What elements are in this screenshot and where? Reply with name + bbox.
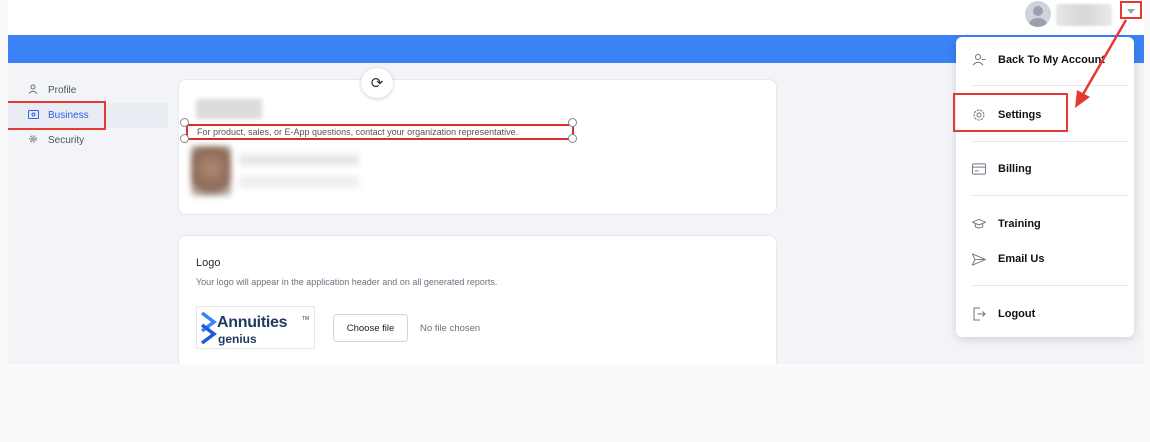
gear-icon: [28, 134, 42, 147]
logo-preview: Annuities TM genius: [196, 306, 315, 349]
resize-handle-top-left[interactable]: [180, 118, 189, 127]
top-header: [8, 0, 1144, 35]
business-name-blurred: [196, 99, 262, 119]
annuities-genius-logo-mark: [200, 311, 217, 345]
username-blurred[interactable]: [1056, 4, 1112, 26]
resize-handle-bottom-left[interactable]: [180, 134, 189, 143]
highlight-box-settings: [953, 93, 1068, 132]
contact-note-text: For product, sales, or E-App questions, …: [197, 127, 519, 137]
logo-wordmark-sub: genius: [218, 332, 257, 346]
menu-item-logout[interactable]: Logout: [956, 302, 1134, 326]
logout-icon: [972, 307, 986, 321]
logo-section-title: Logo: [196, 257, 221, 269]
menu-item-billing[interactable]: Billing: [956, 157, 1134, 181]
sidebar-item-security[interactable]: Security: [8, 128, 168, 153]
sidebar-item-label: Profile: [48, 85, 77, 96]
menu-item-label: Billing: [998, 163, 1032, 175]
menu-item-label: Logout: [998, 308, 1036, 320]
menu-item-training[interactable]: Training: [956, 212, 1134, 236]
avatar-body-shape: [1029, 18, 1047, 27]
menu-divider: [972, 195, 1128, 196]
logo-trademark: TM: [302, 316, 310, 322]
menu-item-label: Email Us: [998, 253, 1045, 265]
user-dropdown-menu: Back To My Account Settings Billing Trai…: [953, 37, 1134, 337]
logo-wordmark-main: Annuities: [217, 314, 288, 331]
menu-item-email-us[interactable]: Email Us: [956, 247, 1134, 271]
avatar-head-shape: [1033, 6, 1043, 16]
user-menu-toggle-button[interactable]: [1120, 1, 1142, 19]
chevron-down-icon: [1127, 9, 1135, 14]
representative-details-blurred: [239, 154, 359, 194]
menu-item-back-to-my-account[interactable]: Back To My Account: [956, 48, 1134, 72]
user-icon: [28, 84, 42, 97]
representative-photo-blurred: [191, 146, 231, 196]
app-window: Profile Business Security For product, s…: [8, 0, 1144, 364]
menu-item-label: Training: [998, 218, 1041, 230]
menu-divider: [972, 85, 1128, 86]
menu-divider: [972, 285, 1128, 286]
menu-item-label: Back To My Account: [998, 54, 1105, 66]
resize-handle-bottom-right[interactable]: [568, 134, 577, 143]
sidebar-item-label: Security: [48, 135, 85, 146]
graduation-cap-icon: [972, 217, 986, 231]
rotate-icon[interactable]: ⟳: [361, 68, 393, 98]
credit-card-icon: [972, 162, 986, 176]
resize-handle-top-right[interactable]: [568, 118, 577, 127]
user-back-icon: [972, 53, 986, 67]
contact-note-selected[interactable]: For product, sales, or E-App questions, …: [186, 124, 574, 140]
avatar[interactable]: [1025, 1, 1051, 27]
file-status-text: No file chosen: [420, 323, 481, 334]
logo-card: Logo Your logo will appear in the applic…: [178, 235, 777, 364]
business-info-card: For product, sales, or E-App questions, …: [178, 79, 777, 215]
highlight-box-business: [8, 101, 106, 130]
send-icon: [972, 252, 986, 266]
menu-divider: [972, 141, 1128, 142]
sidebar-item-profile[interactable]: Profile: [8, 78, 168, 103]
choose-file-button[interactable]: Choose file: [333, 314, 408, 342]
logo-section-description: Your logo will appear in the application…: [196, 277, 498, 287]
